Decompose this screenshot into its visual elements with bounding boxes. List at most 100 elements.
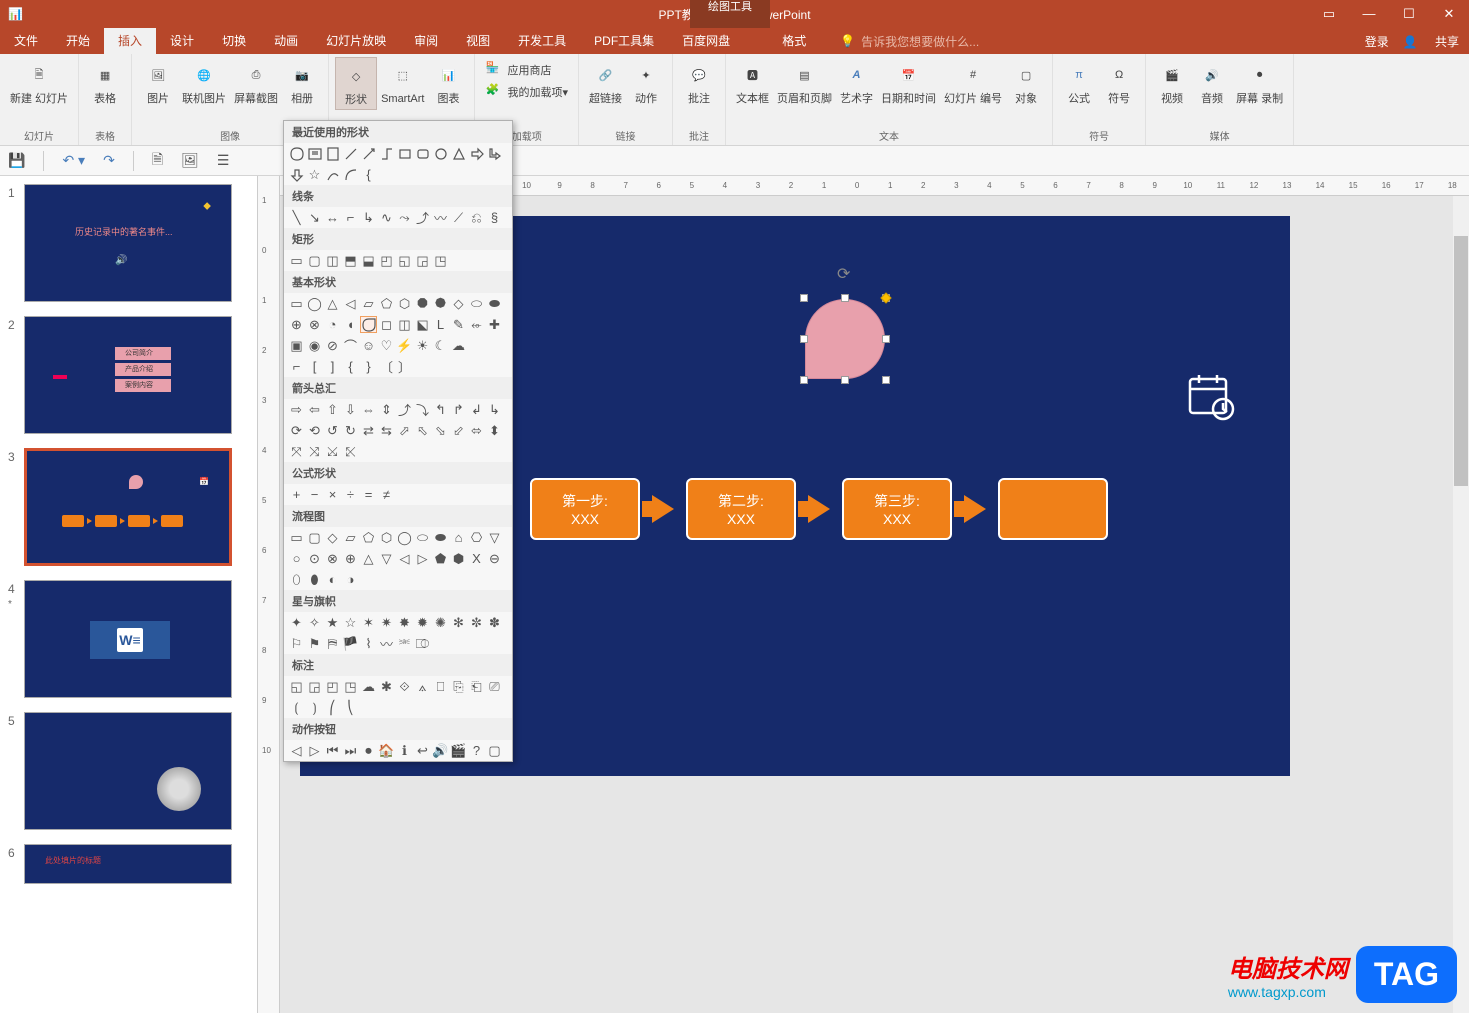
fc-20[interactable]: ▷ xyxy=(414,550,431,567)
shape-rect[interactable] xyxy=(396,145,413,162)
tab-view[interactable]: 视图 xyxy=(452,28,504,54)
minimize-icon[interactable]: — xyxy=(1349,0,1389,28)
tell-me-search[interactable]: 💡 告诉我您想要做什么... xyxy=(840,33,979,50)
datetime-button[interactable]: 📅日期和时间 xyxy=(877,57,940,108)
co-15[interactable]: ⎛ xyxy=(324,699,341,716)
shape-star[interactable]: ☆ xyxy=(306,166,323,183)
line-9[interactable]: 〰 xyxy=(432,209,449,226)
st-17[interactable]: ⌇ xyxy=(360,635,377,652)
fc-26[interactable]: ⬮ xyxy=(306,571,323,588)
resize-handle-b[interactable] xyxy=(841,376,849,384)
tab-file[interactable]: 文件 xyxy=(0,28,52,54)
login-link[interactable]: 登录 xyxy=(1365,33,1389,50)
qat-icon-3[interactable]: ☰ xyxy=(217,152,230,169)
st-1[interactable]: ✦ xyxy=(288,614,305,631)
ar-1[interactable]: ⇨ xyxy=(288,401,305,418)
ar-19[interactable]: ⬀ xyxy=(396,422,413,439)
equation-button[interactable]: π公式 xyxy=(1059,57,1099,108)
st-8[interactable]: ✹ xyxy=(414,614,431,631)
basic-4[interactable]: ◁ xyxy=(342,295,359,312)
qat-icon-1[interactable]: 🗎 xyxy=(152,149,163,173)
basic-teardrop-hover[interactable] xyxy=(360,316,377,333)
tab-slideshow[interactable]: 幻灯片放映 xyxy=(312,28,400,54)
hyperlink-button[interactable]: 🔗超链接 xyxy=(585,57,626,108)
shape-roundrect[interactable] xyxy=(414,145,431,162)
co-10[interactable]: ⎘ xyxy=(450,678,467,695)
ab-9[interactable]: 🔊 xyxy=(432,742,449,759)
share-button[interactable]: 👤 共享 xyxy=(1403,33,1459,50)
tab-home[interactable]: 开始 xyxy=(52,28,104,54)
st-11[interactable]: ✼ xyxy=(468,614,485,631)
fc-22[interactable]: ⬢ xyxy=(450,550,467,567)
ar-9[interactable]: ↰ xyxy=(432,401,449,418)
step-box-1[interactable]: 第一步:XXX xyxy=(530,478,640,540)
fc-14[interactable]: ⊙ xyxy=(306,550,323,567)
ar-8[interactable]: ⤵ xyxy=(414,401,431,418)
rotation-handle[interactable]: ⟳ xyxy=(837,264,853,280)
fc-6[interactable]: ⬡ xyxy=(378,529,395,546)
scrollbar-thumb[interactable] xyxy=(1454,236,1468,486)
st-20[interactable]: ⎄ xyxy=(414,635,431,652)
table-button[interactable]: ▦表格 xyxy=(85,57,125,108)
tab-format[interactable]: 格式 xyxy=(768,28,820,54)
shape-arrow-right[interactable] xyxy=(468,145,485,162)
step-box-3[interactable]: 第三步:XXX xyxy=(842,478,952,540)
ar-21[interactable]: ⬂ xyxy=(432,422,449,439)
step-box-2[interactable]: 第二步:XXX xyxy=(686,478,796,540)
basic-8[interactable]: ⯃ xyxy=(414,295,431,312)
fc-21[interactable]: ⬟ xyxy=(432,550,449,567)
ab-7[interactable]: ℹ xyxy=(396,742,413,759)
fc-28[interactable]: ◑ xyxy=(342,571,359,588)
basic-38[interactable]: { xyxy=(342,358,359,375)
shape-line-arrow[interactable] xyxy=(360,145,377,162)
tab-animation[interactable]: 动画 xyxy=(260,28,312,54)
shape-curve[interactable] xyxy=(324,166,341,183)
st-13[interactable]: ⚐ xyxy=(288,635,305,652)
line-2[interactable]: ↘ xyxy=(306,209,323,226)
line-7[interactable]: ⤳ xyxy=(396,209,413,226)
fc-13[interactable]: ○ xyxy=(288,550,305,567)
basic-27[interactable]: ⊘ xyxy=(324,337,341,354)
shape-connector[interactable] xyxy=(378,145,395,162)
line-10[interactable]: ⟋ xyxy=(450,209,467,226)
basic-22[interactable]: ✎ xyxy=(450,316,467,333)
fc-18[interactable]: ▽ xyxy=(378,550,395,567)
fc-4[interactable]: ▱ xyxy=(342,529,359,546)
tab-review[interactable]: 审阅 xyxy=(400,28,452,54)
basic-21[interactable]: L xyxy=(432,316,449,333)
eq-3[interactable]: × xyxy=(324,486,341,503)
shape-textbox-v[interactable] xyxy=(324,145,341,162)
basic-24[interactable]: ✚ xyxy=(486,316,503,333)
basic-32[interactable]: ☀ xyxy=(414,337,431,354)
ar-7[interactable]: ⤴ xyxy=(396,401,413,418)
co-4[interactable]: ◳ xyxy=(342,678,359,695)
textbox-button[interactable]: 🅰文本框 xyxy=(732,57,773,108)
resize-handle-bl[interactable] xyxy=(800,376,808,384)
ar-14[interactable]: ⟲ xyxy=(306,422,323,439)
ar-3[interactable]: ⇧ xyxy=(324,401,341,418)
basic-9[interactable]: ⯄ xyxy=(432,295,449,312)
st-15[interactable]: ⛿ xyxy=(324,635,341,652)
addins-button[interactable]: 🧩我的加载项 ▾ xyxy=(485,81,568,103)
tab-baidu[interactable]: 百度网盘 xyxy=(668,28,744,54)
thumb-slide-5[interactable] xyxy=(24,712,232,830)
object-button[interactable]: ▢对象 xyxy=(1006,57,1046,108)
fc-12[interactable]: ▽ xyxy=(486,529,503,546)
basic-11[interactable]: ⬭ xyxy=(468,295,485,312)
basic-20[interactable]: ⬕ xyxy=(414,316,431,333)
ar-24[interactable]: ⬍ xyxy=(486,422,503,439)
step-box-4[interactable] xyxy=(998,478,1108,540)
rect-6[interactable]: ◰ xyxy=(378,252,395,269)
wordart-button[interactable]: A艺术字 xyxy=(836,57,877,108)
ar-20[interactable]: ⬁ xyxy=(414,422,431,439)
ar-2[interactable]: ⇦ xyxy=(306,401,323,418)
ab-11[interactable]: ? xyxy=(468,742,485,759)
line-6[interactable]: ∿ xyxy=(378,209,395,226)
basic-28[interactable]: ⌒ xyxy=(342,337,359,354)
shape-triangle[interactable] xyxy=(450,145,467,162)
smartart-button[interactable]: ⬚SmartArt xyxy=(377,57,428,108)
save-icon[interactable]: 💾 xyxy=(8,152,25,169)
fc-24[interactable]: ⊖ xyxy=(486,550,503,567)
basic-10[interactable]: ◇ xyxy=(450,295,467,312)
shape-arc[interactable] xyxy=(342,166,359,183)
